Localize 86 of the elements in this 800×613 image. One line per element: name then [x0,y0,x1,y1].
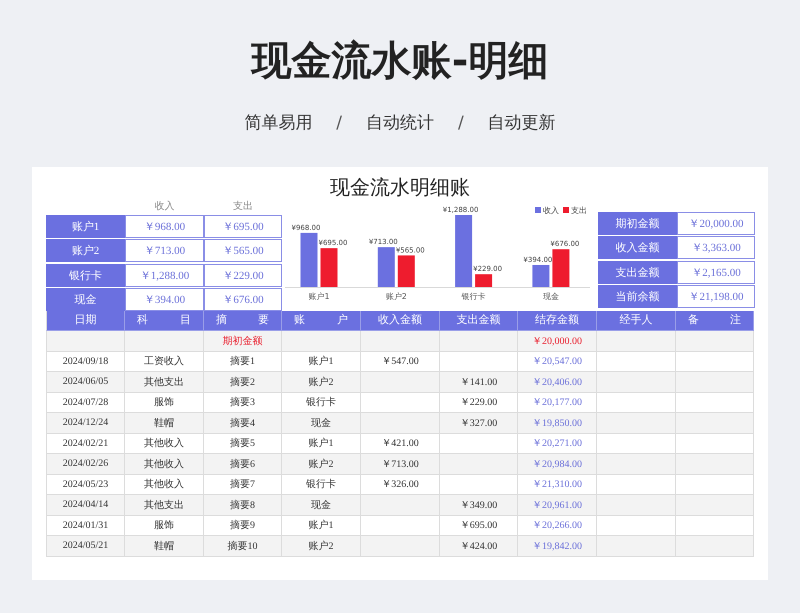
table-cell: 摘要4 [204,413,282,434]
legend-label: 收入 [543,206,559,215]
total-value: ￥2,165.00 [677,260,755,284]
bar [455,215,472,287]
table-cell: 摘要8 [204,495,282,516]
account-label: 账户1 [46,214,125,238]
expense-value: ￥676.00 [204,288,282,311]
account-label: 账户2 [46,239,125,262]
table-cell: 期初金额 [204,331,282,352]
bar [300,232,318,287]
table-cell: 现金 [282,413,361,434]
bar [475,274,492,287]
table-cell: 现金 [282,495,361,516]
account-label: 现金 [46,288,125,311]
total-value: ￥20,000.00 [677,212,755,234]
bar [320,248,338,287]
total-label: 收入金额 [598,236,677,259]
column-header: 摘 要 [204,311,282,331]
column-header: 支出 [232,201,254,213]
table-cell: 其他支出 [125,495,204,516]
table-cell: ￥327.00 [440,413,518,434]
column-header: 备 注 [676,311,754,331]
axis-label: 银行卡 [462,292,486,301]
income-value: ￥713.00 [125,239,204,262]
legend-label: 支出 [571,206,587,215]
bar [378,247,395,287]
page-title: 现金流水账-明细 [252,37,548,85]
column-header: 结存金额 [518,311,597,331]
table-cell: 摘要6 [204,454,282,474]
table-cell: 2024/04/14 [46,495,125,516]
table-cell: ￥424.00 [440,536,518,556]
total-label: 期初金额 [598,212,677,234]
column-header: 收入金额 [361,311,440,331]
total-value: ￥21,198.00 [677,285,755,308]
axis-label: 现金 [542,292,559,301]
table-cell: ￥141.00 [440,372,518,392]
table-cell: 摘要10 [204,536,282,556]
bar [398,255,415,287]
table-cell: 摘要2 [204,372,282,392]
column-header: 收入 [154,201,176,213]
table-cell: ￥20,984.00 [518,454,597,474]
table-cell: ￥713.00 [361,454,440,474]
legend-swatch [563,207,569,213]
table-cell: ￥19,842.00 [518,536,597,556]
expense-value: ￥229.00 [204,264,282,286]
total-label: 当前余额 [598,285,677,308]
income-value: ￥968.00 [125,214,204,238]
expense-value: ￥695.00 [204,214,282,238]
table-cell: ￥20,000.00 [518,331,597,352]
table-cell: ￥19,850.00 [518,413,597,434]
tagline: 自动更新 [488,112,556,134]
column-header: 经手人 [597,311,676,331]
legend-swatch [535,207,541,213]
table-cell: 2024/12/24 [46,413,125,434]
bar [552,249,570,287]
income-value: ￥1,288.00 [125,264,204,286]
sheet-title: 现金流水明细账 [330,176,470,201]
income-value: ￥394.00 [125,288,204,311]
column-header: 日期 [46,311,125,331]
axis-label: 账户2 [386,292,407,301]
tagline: 自动统计 [366,112,434,134]
table-cell: 2024/06/05 [46,372,125,392]
column-header: 账 户 [282,311,361,331]
bar [532,264,550,287]
table-cell: 2024/05/21 [46,536,125,556]
account-label: 银行卡 [46,264,125,286]
table-cell: 鞋帽 [125,536,204,556]
column-header: 科 目 [125,311,204,331]
expense-value: ￥565.00 [204,239,282,262]
column-header: 支出金额 [440,311,518,331]
table-cell: 账户2 [282,372,361,392]
table-cell: 鞋帽 [125,413,204,434]
total-label: 支出金额 [598,260,677,284]
separator: / [336,112,342,134]
table-cell: 账户2 [282,454,361,474]
table-cell: 账户2 [282,536,361,556]
table-cell: 其他支出 [125,372,204,392]
table-cell: ￥20,961.00 [518,495,597,516]
table-cell: 其他收入 [125,454,204,474]
separator: / [458,112,464,134]
table-cell: ￥349.00 [440,495,518,516]
tagline: 简单易用 [244,112,312,134]
table-cell: 2024/02/26 [46,454,125,474]
table-cell: ￥20,406.00 [518,372,597,392]
total-value: ￥3,363.00 [677,236,755,259]
axis-label: 账户1 [308,292,330,301]
